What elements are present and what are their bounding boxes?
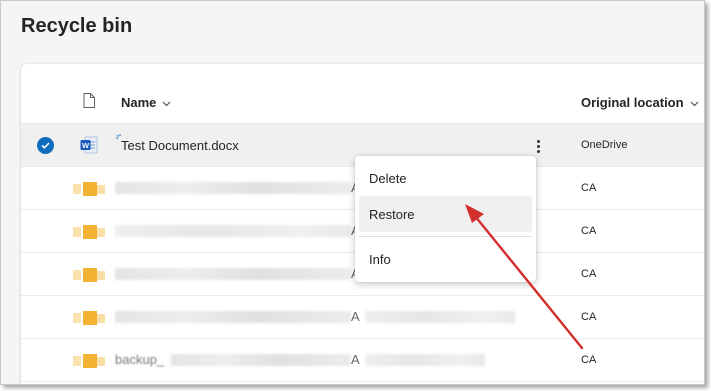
- file-name: backup_: [115, 352, 165, 367]
- table-row[interactable]: A CA: [21, 296, 704, 339]
- file-name[interactable]: Test Document.docx: [121, 138, 239, 153]
- file-name-tail: A: [351, 309, 360, 324]
- selected-check-icon[interactable]: [37, 137, 54, 154]
- folder-icon: [73, 311, 105, 330]
- menu-item-info[interactable]: Info: [359, 241, 532, 277]
- file-name-tail: A: [351, 352, 360, 367]
- original-location: CA: [581, 268, 597, 280]
- original-location: CA: [581, 311, 597, 323]
- folder-icon: [73, 225, 105, 244]
- blurred-file-name: [115, 311, 351, 323]
- file-type-header-icon: [83, 93, 95, 113]
- svg-text:W: W: [82, 141, 90, 150]
- original-location: OneDrive: [581, 139, 628, 151]
- original-location: CA: [581, 182, 597, 194]
- blurred-file-name: [115, 225, 351, 237]
- menu-item-restore[interactable]: Restore: [359, 196, 532, 232]
- location-column-header[interactable]: Original location: [581, 95, 699, 110]
- word-file-icon: W: [80, 136, 98, 159]
- chevron-down-icon: [162, 95, 171, 110]
- context-menu: Delete Restore Info: [355, 156, 536, 282]
- original-location: CA: [581, 225, 597, 237]
- app-window: Recycle bin Name Original location W Tes…: [0, 0, 705, 385]
- chevron-down-icon: [690, 95, 699, 110]
- original-location: CA: [581, 354, 597, 366]
- location-column-label: Original location: [581, 95, 684, 110]
- table-row[interactable]: backup_ A CA: [21, 339, 704, 382]
- menu-divider: [359, 236, 532, 237]
- page-title: Recycle bin: [21, 15, 133, 37]
- blurred-file-name: [365, 311, 515, 323]
- blurred-file-name: [365, 354, 485, 366]
- more-options-button[interactable]: [531, 136, 545, 156]
- name-column-label: Name: [121, 95, 157, 110]
- folder-icon: [73, 354, 105, 373]
- blurred-file-name: [115, 268, 351, 280]
- folder-icon: [73, 268, 105, 287]
- list-header: Name Original location: [21, 64, 704, 124]
- blurred-file-name: [171, 354, 351, 366]
- name-column-header[interactable]: Name: [121, 95, 171, 110]
- folder-icon: [73, 182, 105, 201]
- blurred-file-name: [115, 182, 351, 194]
- menu-item-delete[interactable]: Delete: [359, 160, 532, 196]
